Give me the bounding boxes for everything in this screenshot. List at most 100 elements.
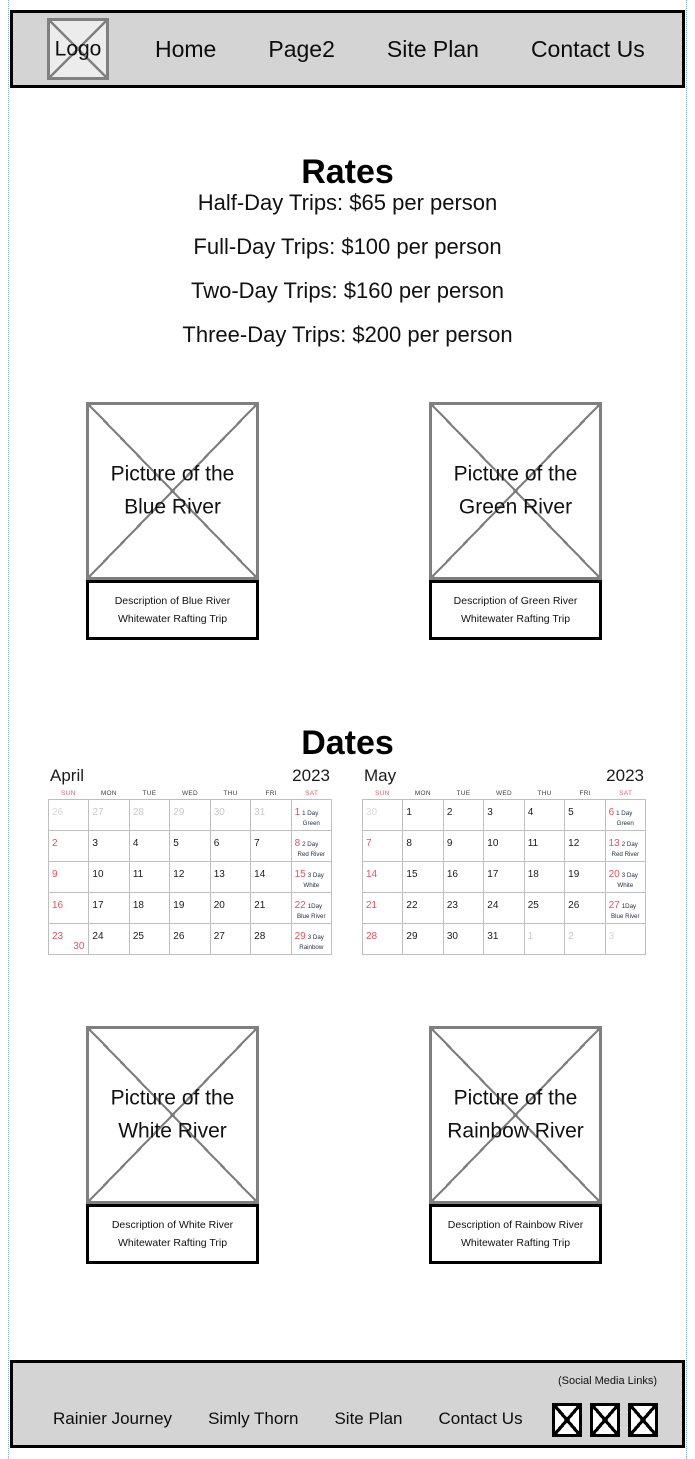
calendar-day-cell[interactable]: 24 <box>89 924 130 955</box>
calendar-day-cell[interactable]: 21 <box>251 893 292 924</box>
calendar-day-cell[interactable]: 13 <box>210 862 252 893</box>
calendar-day-cell[interactable]: 15 <box>403 862 444 893</box>
calendar-day-cell[interactable]: 7 <box>251 831 292 862</box>
card-blue-river[interactable]: Picture of the Blue River Description of… <box>86 402 259 640</box>
nav-item-page2[interactable]: Page2 <box>268 36 335 63</box>
calendar-day-cell[interactable]: 7 <box>363 831 404 862</box>
calendar-day-cell[interactable]: 23 <box>443 893 485 924</box>
calendar-day-cell[interactable]: 26 <box>49 800 90 831</box>
calendar-day-cell[interactable]: 20 3 Day White <box>605 862 646 893</box>
social-placeholder-icon-1[interactable] <box>552 1403 582 1437</box>
calendar-day-cell[interactable]: 11 <box>524 831 566 862</box>
calendar-day-number: 30 <box>366 807 378 818</box>
calendar-day-cell[interactable]: 14 <box>251 862 292 893</box>
calendar-day-cell[interactable]: 10 <box>89 862 130 893</box>
calendar-day-cell[interactable]: 12 <box>565 831 606 862</box>
calendar-day-number: 3 <box>487 807 493 818</box>
calendar-day-cell[interactable]: 4 <box>129 831 171 862</box>
calendar-day-cell[interactable]: 9 <box>49 862 90 893</box>
image-placeholder-green-river[interactable]: Picture of the Green River <box>429 402 602 580</box>
calendar-day-cell[interactable]: 1 <box>403 800 444 831</box>
card-rainbow-river[interactable]: Picture of the Rainbow River Description… <box>429 1026 602 1264</box>
image-placeholder-label-line2: Green River <box>458 495 573 518</box>
calendar-day-cell[interactable]: 21 <box>363 893 404 924</box>
calendar-may[interactable]: May 2023 SUN MON TUE WED THU FRI SAT 30 1 2 3 4 5 6 1… <box>362 766 646 955</box>
calendar-day-cell[interactable]: 10 <box>484 831 525 862</box>
nav-item-home[interactable]: Home <box>155 36 216 63</box>
image-placeholder-blue-river[interactable]: Picture of the Blue River <box>86 402 259 580</box>
card-white-river[interactable]: Picture of the White River Description o… <box>86 1026 259 1264</box>
calendar-day-cell[interactable]: 1 <box>524 924 566 955</box>
calendar-day-cell[interactable]: 30 <box>210 800 252 831</box>
calendar-day-cell[interactable]: 12 <box>170 862 211 893</box>
calendar-day-cell[interactable]: 22 1Day Blue River <box>291 893 332 924</box>
social-placeholder-icon-2[interactable] <box>590 1403 620 1437</box>
footer-nav-item-site-plan[interactable]: Site Plan <box>334 1409 402 1429</box>
card-description-line1: Description of Blue River <box>114 594 231 607</box>
calendar-day-number: 14 <box>254 869 266 880</box>
calendar-day-cell[interactable]: 19 <box>170 893 211 924</box>
footer-nav-item-contact-us[interactable]: Contact Us <box>439 1409 523 1429</box>
calendar-day-cell[interactable]: 3 <box>605 924 646 955</box>
calendar-day-cell[interactable]: 20 <box>210 893 252 924</box>
calendar-day-cell[interactable]: 29 <box>403 924 444 955</box>
social-placeholder-icon-3[interactable] <box>628 1403 658 1437</box>
calendar-day-cell[interactable]: 24 <box>484 893 525 924</box>
calendar-day-cell[interactable]: 27 1Day Blue River <box>605 893 646 924</box>
calendar-day-cell[interactable]: 16 <box>49 893 90 924</box>
calendar-day-cell[interactable]: 28 <box>129 800 171 831</box>
calendar-day-cell[interactable]: 25 <box>524 893 566 924</box>
calendar-day-cell[interactable]: 17 <box>89 893 130 924</box>
calendar-day-cell[interactable]: 15 3 Day White <box>291 862 332 893</box>
calendar-day-cell[interactable]: 26 <box>565 893 606 924</box>
calendar-day-cell[interactable]: 61 Day Green <box>605 800 646 831</box>
calendar-day-cell[interactable]: 31 <box>251 800 292 831</box>
calendar-day-number: 15 <box>294 869 306 880</box>
calendar-day-cell[interactable]: 28 <box>251 924 292 955</box>
calendar-day-cell[interactable]: 2 <box>565 924 606 955</box>
footer-nav-item-simly-thorn[interactable]: Simly Thorn <box>208 1409 298 1429</box>
calendar-day-cell[interactable]: 22 <box>403 893 444 924</box>
calendar-day-cell[interactable]: 11 Day Green <box>291 800 332 831</box>
calendar-day-cell[interactable]: 13 2 Day Red River <box>605 831 646 862</box>
footer-nav-item-rainier-journey[interactable]: Rainier Journey <box>53 1409 172 1429</box>
calendar-day-cell[interactable]: 5 <box>170 831 211 862</box>
calendar-day-cell[interactable]: 3 <box>89 831 130 862</box>
logo-placeholder-icon[interactable]: Logo <box>47 18 109 80</box>
calendar-day-cell[interactable]: 29 <box>170 800 211 831</box>
calendar-day-number: 17 <box>92 900 104 911</box>
calendar-day-cell[interactable]: 3 <box>484 800 525 831</box>
calendar-day-cell[interactable]: 11 <box>129 862 171 893</box>
calendar-day-cell[interactable]: 26 <box>170 924 211 955</box>
calendar-day-cell[interactable]: 27 <box>210 924 252 955</box>
calendar-day-cell[interactable]: 31 <box>484 924 525 955</box>
calendar-day-cell[interactable]: 8 <box>403 831 444 862</box>
calendar-day-cell[interactable]: 16 <box>443 862 485 893</box>
calendar-day-cell[interactable]: 27 <box>89 800 130 831</box>
calendar-day-cell[interactable]: 6 <box>210 831 252 862</box>
nav-item-contact-us[interactable]: Contact Us <box>531 36 645 63</box>
nav-item-site-plan[interactable]: Site Plan <box>387 36 479 63</box>
calendar-day-cell[interactable]: 23 30 <box>49 924 90 955</box>
calendar-day-cell[interactable]: 30 <box>443 924 485 955</box>
calendar-day-cell[interactable]: 4 <box>524 800 566 831</box>
calendar-day-cell[interactable]: 82 Day Red River <box>291 831 332 862</box>
image-placeholder-rainbow-river[interactable]: Picture of the Rainbow River <box>429 1026 602 1204</box>
calendar-day-cell[interactable]: 29 3 Day Rainbow <box>291 924 332 955</box>
calendar-day-cell[interactable]: 14 <box>363 862 404 893</box>
calendar-day-cell[interactable]: 18 <box>129 893 171 924</box>
calendar-day-cell[interactable]: 19 <box>565 862 606 893</box>
calendar-day-cell[interactable]: 25 <box>129 924 171 955</box>
image-placeholder-label-line2: White River <box>118 1119 227 1142</box>
calendar-day-cell[interactable]: 18 <box>524 862 566 893</box>
calendar-day-cell[interactable]: 5 <box>565 800 606 831</box>
card-green-river[interactable]: Picture of the Green River Description o… <box>429 402 602 640</box>
calendar-day-cell[interactable]: 30 <box>363 800 404 831</box>
calendar-april[interactable]: April 2023 SUN MON TUE WED THU FRI SAT 26 27 28 2… <box>48 766 332 955</box>
calendar-day-cell[interactable]: 2 <box>443 800 485 831</box>
calendar-day-cell[interactable]: 17 <box>484 862 525 893</box>
image-placeholder-white-river[interactable]: Picture of the White River <box>86 1026 259 1204</box>
calendar-day-cell[interactable]: 2 <box>49 831 90 862</box>
calendar-day-cell[interactable]: 9 <box>443 831 485 862</box>
calendar-day-cell[interactable]: 28 <box>363 924 404 955</box>
